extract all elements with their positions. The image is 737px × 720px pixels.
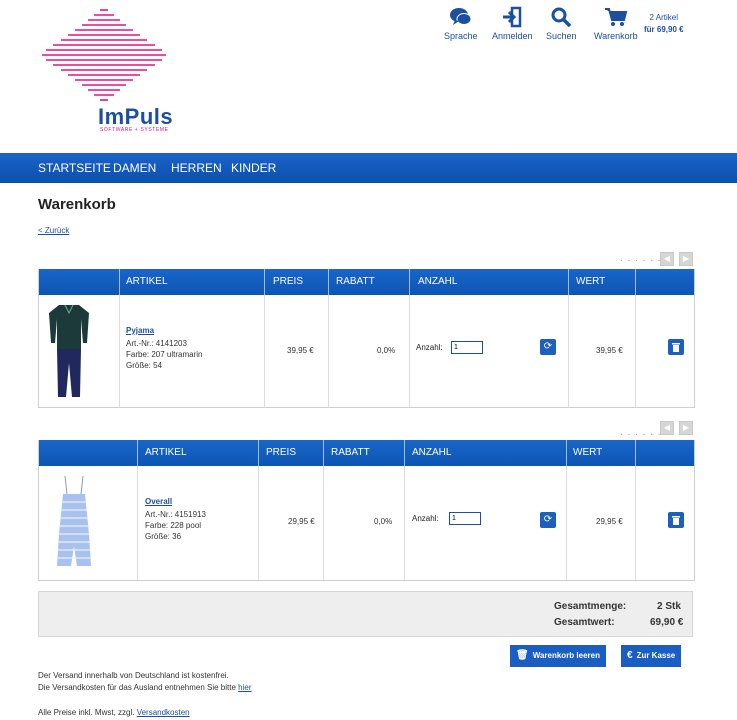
cart-icon (604, 8, 628, 26)
search-label: Suchen (546, 31, 577, 41)
product-image-pyjama[interactable] (47, 303, 91, 399)
product-image-overall[interactable] (51, 474, 97, 572)
col-anzahl: ANZAHL (418, 276, 458, 287)
page-title: Warenkorb (38, 196, 116, 213)
shipping-line-2: Die Versandkosten für das Ausland entneh… (38, 683, 236, 692)
table-header: ARTIKEL PREIS RABATT ANZAHL WERT (39, 269, 694, 295)
language-label: Sprache (444, 31, 478, 41)
col-wert: WERT (573, 447, 603, 458)
product-preis: 39,95 € (287, 346, 314, 355)
col-wert: WERT (576, 276, 606, 287)
product-farbe: Farbe: 207 ultramarin (126, 350, 203, 359)
nav-item-damen[interactable]: DAMEN (113, 161, 156, 175)
col-anzahl: ANZAHL (412, 447, 452, 458)
nav-item-herren[interactable]: HERREN (171, 161, 222, 175)
product-art-nr: Art.-Nr.: 4141203 (126, 339, 187, 348)
total-value: 69,90 € (650, 617, 684, 628)
nav-item-startseite[interactable]: STARTSEITE (38, 161, 111, 175)
table-row: Overall Art.-Nr.: 4151913 Farbe: 228 poo… (39, 466, 694, 580)
col-preis: PREIS (266, 447, 297, 458)
shipping-info: Der Versand innerhalb von Deutschland is… (38, 670, 251, 694)
col-preis: PREIS (273, 276, 304, 287)
shipping-line-1: Der Versand innerhalb von Deutschland is… (38, 671, 229, 680)
totals-box: Gesamtmenge: 2 Stk Gesamtwert: 69,90 € (38, 591, 693, 637)
clear-cart-label: Warenkorb leeren (532, 651, 600, 660)
product-rabatt: 0,0% (377, 346, 396, 355)
search-link[interactable]: Suchen (546, 6, 577, 41)
login-link[interactable]: Anmelden (492, 6, 533, 41)
product-groesse: Größe: 54 (126, 361, 163, 370)
pager-prev-button[interactable]: ◀ (660, 252, 674, 266)
product-name-link[interactable]: Overall (145, 497, 172, 506)
cart-table: ARTIKEL PREIS RABATT ANZAHL WERT Pyjama … (38, 269, 695, 408)
cart-total: für 69,90 € (644, 25, 684, 34)
main-nav: STARTSEITE DAMEN HERREN KINDER (0, 153, 737, 183)
nav-item-kinder[interactable]: KINDER (231, 161, 276, 175)
total-value-label: Gesamtwert: (554, 617, 615, 628)
product-groesse: Größe: 36 (145, 532, 182, 541)
table-row: Pyjama Art.-Nr.: 4141203 Farbe: 207 ultr… (39, 295, 694, 407)
table-header: ARTIKEL PREIS RABATT ANZAHL WERT (39, 440, 694, 466)
col-artikel: ARTIKEL (126, 276, 168, 287)
total-quantity-label: Gesamtmenge: (554, 601, 627, 612)
col-artikel: ARTIKEL (145, 447, 187, 458)
product-rabatt: 0,0% (374, 517, 393, 526)
trash-icon (672, 516, 680, 525)
price-info-text: Alle Preise inkl. Mwst, zzgl. (38, 708, 135, 717)
language-link[interactable]: Sprache (444, 6, 478, 41)
quantity-input[interactable] (451, 341, 483, 354)
logo-subtitle: SOFTWARE + SYSTEME (100, 127, 169, 133)
product-wert: 29,95 € (596, 517, 623, 526)
col-rabatt: RABATT (331, 447, 370, 458)
checkout-button[interactable]: € Zur Kasse (621, 645, 682, 667)
login-label: Anmelden (492, 31, 533, 41)
cart-summary[interactable]: 2 Artikel für 69,90 € (644, 12, 684, 36)
quantity-label: Anzahl: (412, 514, 439, 523)
trash-icon: 🗑 (516, 650, 529, 661)
product-preis: 29,95 € (288, 517, 315, 526)
euro-icon: € (627, 650, 633, 661)
chat-bubbles-icon (449, 8, 472, 25)
quantity-label: Anzahl: (416, 343, 443, 352)
cart-table: ARTIKEL PREIS RABATT ANZAHL WERT Overall… (38, 440, 695, 581)
delete-item-button[interactable] (668, 339, 684, 355)
pager-next-button[interactable]: ▶ (679, 252, 693, 266)
login-icon (503, 6, 522, 28)
delete-item-button[interactable] (668, 512, 684, 528)
shipping-link-hier[interactable]: hier (238, 683, 251, 692)
price-info: Alle Preise inkl. Mwst, zzgl. Versandkos… (38, 707, 190, 719)
trash-icon (672, 343, 680, 352)
back-link[interactable]: < Zurück (38, 226, 69, 235)
refresh-icon: ⟳ (543, 514, 553, 525)
clear-cart-button[interactable]: 🗑 Warenkorb leeren (510, 645, 606, 667)
col-rabatt: RABATT (336, 276, 375, 287)
cart-link[interactable]: Warenkorb (594, 6, 638, 41)
product-name-link[interactable]: Pyjama (126, 326, 154, 335)
cart-count: 2 Artikel (649, 13, 679, 22)
shipping-costs-link[interactable]: Versandkosten (137, 708, 190, 717)
pager-next-button[interactable]: ▶ (679, 421, 693, 435)
checkout-label: Zur Kasse (636, 651, 676, 660)
search-icon (551, 7, 572, 28)
refresh-quantity-button[interactable]: ⟳ (540, 339, 556, 355)
total-quantity-value: 2 Stk (657, 601, 681, 612)
product-art-nr: Art.-Nr.: 4151913 (145, 510, 206, 519)
product-wert: 39,95 € (596, 346, 623, 355)
refresh-icon: ⟳ (543, 341, 553, 352)
pager-prev-button[interactable]: ◀ (660, 421, 674, 435)
refresh-quantity-button[interactable]: ⟳ (540, 512, 556, 528)
cart-label: Warenkorb (594, 31, 638, 41)
quantity-input[interactable] (449, 512, 481, 525)
product-farbe: Farbe: 228 pool (145, 521, 202, 530)
